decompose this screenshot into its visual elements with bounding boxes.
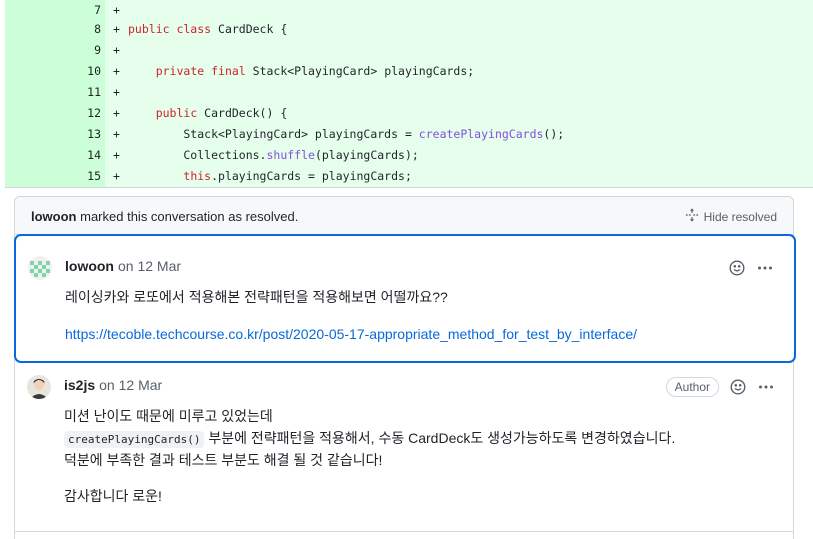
diff-sign: + bbox=[113, 22, 120, 36]
comment-actions: Author bbox=[665, 377, 775, 397]
line-number[interactable]: 13 bbox=[65, 124, 101, 145]
diff-sign: + bbox=[113, 64, 120, 78]
inline-code: createPlayingCards() bbox=[64, 431, 205, 448]
comment-header: lowoon on 12 Mar bbox=[65, 258, 181, 274]
hide-resolved-button[interactable]: Hide resolved bbox=[685, 208, 777, 225]
kebab-menu-icon[interactable] bbox=[756, 259, 774, 277]
line-number[interactable]: 7 bbox=[65, 0, 101, 21]
comment-body-line: 감사합니다 로운! bbox=[64, 488, 162, 504]
code-text: Collections.shuffle(playingCards); bbox=[128, 148, 419, 162]
diff-sign: + bbox=[113, 127, 120, 141]
comment-author[interactable]: is2js bbox=[64, 377, 95, 393]
comment-text: 부분에 전략패턴을 적용해서, 수동 CardDeck도 생성가능하도록 변경하… bbox=[204, 430, 676, 446]
diff-sign: + bbox=[113, 148, 120, 162]
hide-resolved-label: Hide resolved bbox=[703, 209, 777, 224]
comment-link[interactable]: https://tecoble.techcourse.co.kr/post/20… bbox=[65, 326, 637, 342]
unfold-icon bbox=[685, 208, 699, 225]
comment-link-wrap: https://tecoble.techcourse.co.kr/post/20… bbox=[65, 323, 637, 345]
kebab-menu-icon[interactable] bbox=[757, 378, 775, 396]
diff-sign: + bbox=[113, 106, 120, 120]
diff-divider bbox=[5, 187, 813, 188]
line-number[interactable]: 8 bbox=[65, 19, 101, 40]
diff-line: 12 + public CardDeck() { bbox=[5, 103, 813, 124]
diff-line: 8 + public class CardDeck { bbox=[5, 19, 813, 40]
diff-line: 11 + bbox=[5, 82, 813, 103]
diff-sign: + bbox=[113, 85, 120, 99]
comment-actions bbox=[728, 259, 774, 277]
line-number[interactable]: 12 bbox=[65, 103, 101, 124]
comment-date[interactable]: on 12 Mar bbox=[99, 377, 162, 393]
code-text: public class CardDeck { bbox=[128, 22, 288, 36]
resolved-user[interactable]: lowoon bbox=[31, 209, 77, 224]
avatar[interactable] bbox=[28, 256, 52, 280]
diff-line: 15 + this.playingCards = playingCards; bbox=[5, 166, 813, 187]
diff-sign: + bbox=[113, 3, 120, 17]
diff-line: 9 + bbox=[5, 40, 813, 61]
smiley-icon[interactable] bbox=[729, 378, 747, 396]
comment-author[interactable]: lowoon bbox=[65, 258, 114, 274]
resolved-status: lowoon marked this conversation as resol… bbox=[31, 209, 298, 224]
comment-date[interactable]: on 12 Mar bbox=[118, 258, 181, 274]
line-number[interactable]: 11 bbox=[65, 82, 101, 103]
resolved-header: lowoon marked this conversation as resol… bbox=[15, 197, 793, 235]
line-number[interactable]: 10 bbox=[65, 61, 101, 82]
diff-line: 13 + Stack<PlayingCard> playingCards = c… bbox=[5, 124, 813, 145]
diff-line: 14 + Collections.shuffle(playingCards); bbox=[5, 145, 813, 166]
comment-body-line: 미션 난이도 때문에 미루고 있었는데 bbox=[64, 408, 273, 424]
diff-line: 7 + bbox=[5, 0, 813, 21]
author-badge: Author bbox=[665, 377, 719, 397]
code-diff: 7 + 8 + public class CardDeck { 9 + 10 +… bbox=[5, 0, 813, 187]
avatar[interactable] bbox=[27, 375, 51, 399]
comment-body-line: 덕분에 부족한 결과 테스트 부분도 해결 될 것 같습니다! bbox=[64, 452, 383, 468]
comment-header: is2js on 12 Mar bbox=[64, 377, 162, 393]
smiley-icon[interactable] bbox=[728, 259, 746, 277]
line-number[interactable]: 9 bbox=[65, 40, 101, 61]
diff-line: 10 + private final Stack<PlayingCard> pl… bbox=[5, 61, 813, 82]
resolved-message: marked this conversation as resolved. bbox=[80, 209, 299, 224]
review-comment: lowoon on 12 Mar 레이싱카와 로또에서 적용해본 전략패턴을 적… bbox=[15, 235, 795, 362]
code-text: this.playingCards = playingCards; bbox=[183, 169, 412, 183]
review-thread: lowoon marked this conversation as resol… bbox=[14, 196, 795, 539]
code-text: private final Stack<PlayingCard> playing… bbox=[155, 64, 475, 78]
code-text: Stack<PlayingCard> playingCards = create… bbox=[128, 127, 565, 141]
thread-divider bbox=[15, 531, 793, 532]
diff-sign: + bbox=[113, 169, 120, 183]
comment-body-line: createPlayingCards() 부분에 전략패턴을 적용해서, 수동 … bbox=[64, 427, 675, 451]
code-text: public CardDeck() { bbox=[155, 106, 288, 120]
line-number[interactable]: 15 bbox=[65, 166, 101, 187]
line-number[interactable]: 14 bbox=[65, 145, 101, 166]
comment-body: 레이싱카와 로또에서 적용해본 전략패턴을 적용해보면 어떨까요?? bbox=[65, 289, 448, 305]
diff-sign: + bbox=[113, 43, 120, 57]
